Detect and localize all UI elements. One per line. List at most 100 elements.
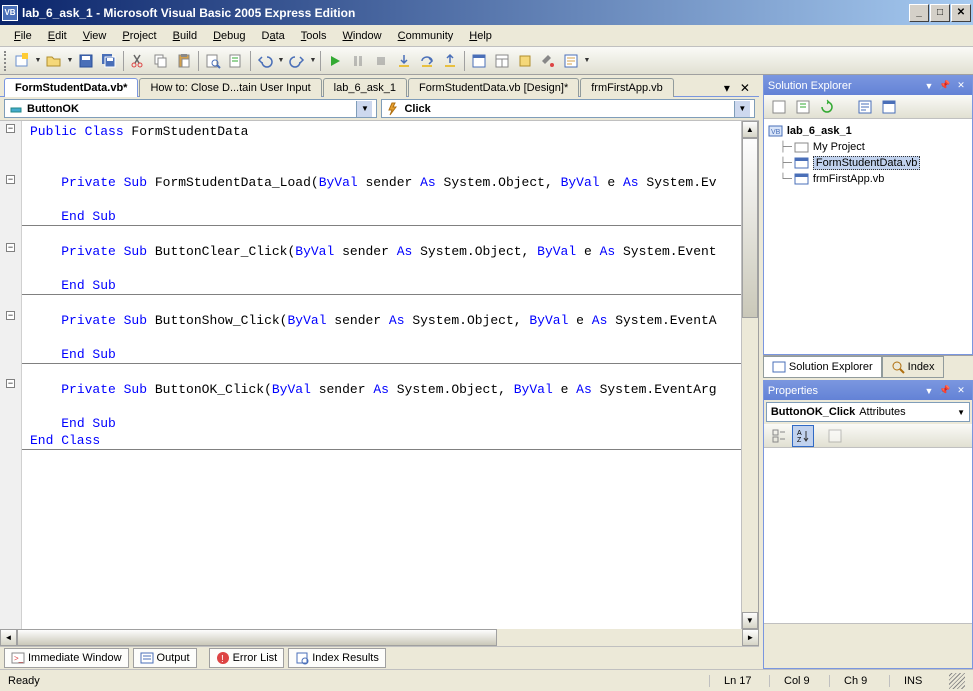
tab-formstudentdata-vb[interactable]: FormStudentData.vb* bbox=[4, 78, 138, 97]
close-button[interactable]: ✕ bbox=[951, 4, 971, 22]
save-icon[interactable] bbox=[75, 50, 97, 72]
tab-index[interactable]: Index bbox=[882, 356, 944, 378]
property-pages-icon[interactable] bbox=[824, 425, 846, 447]
fold-toggle[interactable]: − bbox=[6, 311, 15, 320]
menu-data[interactable]: Data bbox=[254, 28, 293, 44]
cut-icon[interactable] bbox=[127, 50, 149, 72]
open-file-dropdown[interactable]: ▼ bbox=[66, 57, 74, 64]
properties-grid[interactable] bbox=[764, 448, 972, 623]
pin-icon[interactable]: 📌 bbox=[938, 384, 952, 398]
minimize-button[interactable]: _ bbox=[909, 4, 929, 22]
method-dropdown[interactable]: Click ▼ bbox=[381, 99, 754, 118]
maximize-button[interactable]: □ bbox=[930, 4, 950, 22]
toolbar-overflow[interactable]: ▼ bbox=[583, 57, 591, 64]
menu-help[interactable]: Help bbox=[461, 28, 500, 44]
undo-dropdown[interactable]: ▼ bbox=[277, 57, 285, 64]
code-content[interactable]: Public Class FormStudentData Private Sub… bbox=[22, 121, 741, 629]
index-icon bbox=[295, 651, 309, 665]
copy-icon[interactable] bbox=[150, 50, 172, 72]
categorized-icon[interactable] bbox=[768, 425, 790, 447]
show-all-icon[interactable] bbox=[792, 96, 814, 118]
menu-file[interactable]: File bbox=[6, 28, 40, 44]
step-into-icon[interactable] bbox=[393, 50, 415, 72]
tab-index-results[interactable]: Index Results bbox=[288, 648, 386, 668]
find-icon[interactable] bbox=[202, 50, 224, 72]
paste-icon[interactable] bbox=[173, 50, 195, 72]
scroll-right-button[interactable]: ► bbox=[742, 629, 759, 646]
chevron-down-icon: ▼ bbox=[356, 101, 372, 117]
scroll-thumb[interactable] bbox=[17, 629, 497, 646]
tab-output[interactable]: Output bbox=[133, 648, 197, 668]
menu-tools[interactable]: Tools bbox=[293, 28, 335, 44]
open-file-icon[interactable] bbox=[43, 50, 65, 72]
tab-close-button[interactable]: ✕ bbox=[737, 80, 753, 96]
toolbox-icon[interactable] bbox=[537, 50, 559, 72]
scroll-up-button[interactable]: ▲ bbox=[742, 121, 758, 138]
tree-item-frmfirstapp[interactable]: └─ frmFirstApp.vb bbox=[768, 171, 968, 187]
step-out-icon[interactable] bbox=[439, 50, 461, 72]
tab-howto-close[interactable]: How to: Close D...tain User Input bbox=[139, 78, 321, 97]
save-all-icon[interactable] bbox=[98, 50, 120, 72]
properties-window-icon[interactable] bbox=[491, 50, 513, 72]
resize-grip[interactable] bbox=[949, 673, 965, 689]
tab-immediate-window[interactable]: >_ Immediate Window bbox=[4, 648, 129, 668]
pin-icon[interactable]: 📌 bbox=[938, 79, 952, 93]
tab-lab6ask1[interactable]: lab_6_ask_1 bbox=[323, 78, 407, 97]
menu-window[interactable]: Window bbox=[334, 28, 389, 44]
status-ins: INS bbox=[889, 675, 949, 687]
toolbar-handle[interactable] bbox=[4, 51, 8, 71]
menu-edit[interactable]: Edit bbox=[40, 28, 75, 44]
status-bar: Ready Ln 17 Col 9 Ch 9 INS bbox=[0, 669, 973, 691]
close-icon[interactable]: ✕ bbox=[954, 384, 968, 398]
solution-explorer-icon[interactable] bbox=[468, 50, 490, 72]
object-browser-icon[interactable] bbox=[514, 50, 536, 72]
tab-formstudentdata-design[interactable]: FormStudentData.vb [Design]* bbox=[408, 78, 579, 97]
vertical-scrollbar[interactable]: ▲ ▼ bbox=[741, 121, 758, 629]
step-over-icon[interactable] bbox=[416, 50, 438, 72]
tree-item-formstudentdata[interactable]: ├─ FormStudentData.vb bbox=[768, 155, 968, 171]
view-code-icon[interactable] bbox=[854, 96, 876, 118]
menu-debug[interactable]: Debug bbox=[205, 28, 253, 44]
svg-text:A: A bbox=[797, 430, 802, 437]
menu-project[interactable]: Project bbox=[114, 28, 164, 44]
scroll-left-button[interactable]: ◄ bbox=[0, 629, 17, 646]
redo-dropdown[interactable]: ▼ bbox=[309, 57, 317, 64]
undo-icon[interactable] bbox=[254, 50, 276, 72]
new-project-icon[interactable] bbox=[11, 50, 33, 72]
menu-view[interactable]: View bbox=[75, 28, 115, 44]
properties-object-dropdown[interactable]: ButtonOK_ClickAttributes ▼ bbox=[766, 402, 970, 422]
refresh-icon[interactable] bbox=[816, 96, 838, 118]
fold-toggle[interactable]: − bbox=[6, 124, 15, 133]
tree-project-node[interactable]: VB lab_6_ask_1 bbox=[768, 123, 968, 139]
pause-icon[interactable] bbox=[347, 50, 369, 72]
code-editor[interactable]: − − − − − Public Class FormStudentData P… bbox=[0, 121, 759, 629]
new-project-dropdown[interactable]: ▼ bbox=[34, 57, 42, 64]
title-bar: VB lab_6_ask_1 - Microsoft Visual Basic … bbox=[0, 0, 973, 25]
fold-toggle[interactable]: − bbox=[6, 243, 15, 252]
start-debug-icon[interactable] bbox=[324, 50, 346, 72]
solution-tree[interactable]: VB lab_6_ask_1 ├─ My Project ├─ FormStud… bbox=[764, 119, 972, 354]
view-designer-icon[interactable] bbox=[878, 96, 900, 118]
start-page-icon[interactable] bbox=[560, 50, 582, 72]
scroll-down-button[interactable]: ▼ bbox=[742, 612, 758, 629]
panel-dropdown-icon[interactable]: ▼ bbox=[922, 79, 936, 93]
fold-toggle[interactable]: − bbox=[6, 379, 15, 388]
stop-icon[interactable] bbox=[370, 50, 392, 72]
scroll-thumb[interactable] bbox=[742, 138, 758, 318]
fold-toggle[interactable]: − bbox=[6, 175, 15, 184]
properties-icon[interactable] bbox=[768, 96, 790, 118]
close-icon[interactable]: ✕ bbox=[954, 79, 968, 93]
tab-list-dropdown[interactable]: ▾ bbox=[719, 80, 735, 96]
redo-icon[interactable] bbox=[286, 50, 308, 72]
tab-frmfirstapp[interactable]: frmFirstApp.vb bbox=[580, 78, 674, 97]
horizontal-scrollbar[interactable]: ◄ ► bbox=[0, 629, 759, 646]
menu-build[interactable]: Build bbox=[165, 28, 205, 44]
comment-icon[interactable] bbox=[225, 50, 247, 72]
tree-item-myproject[interactable]: ├─ My Project bbox=[768, 139, 968, 155]
alphabetical-icon[interactable]: AZ bbox=[792, 425, 814, 447]
menu-community[interactable]: Community bbox=[390, 28, 462, 44]
panel-dropdown-icon[interactable]: ▼ bbox=[922, 384, 936, 398]
tab-error-list[interactable]: ! Error List bbox=[209, 648, 285, 668]
tab-solution-explorer[interactable]: Solution Explorer bbox=[763, 356, 882, 378]
class-dropdown[interactable]: ButtonOK ▼ bbox=[4, 99, 377, 118]
